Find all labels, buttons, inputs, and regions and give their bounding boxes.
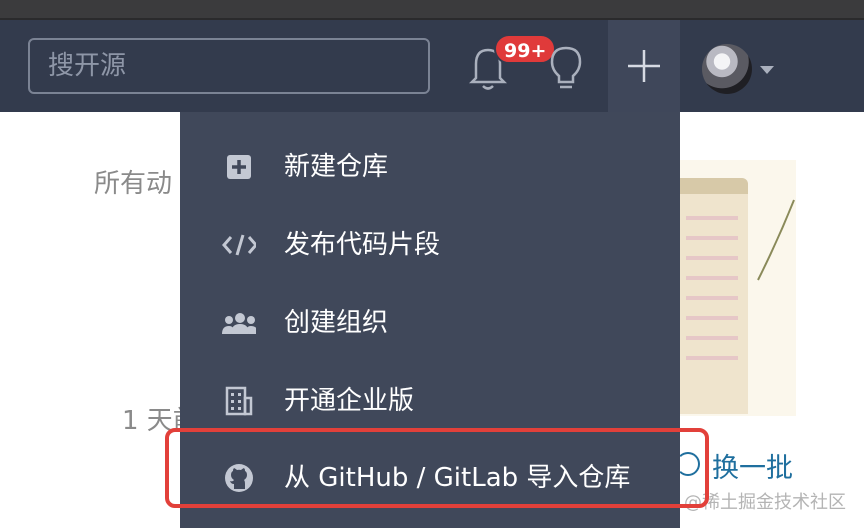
menu-item-label: 创建组织 bbox=[284, 308, 389, 338]
top-navbar: 搜开源 99+ bbox=[0, 20, 864, 112]
menu-item-create-org[interactable]: 创建组织 bbox=[180, 284, 680, 362]
recommendation-card-image[interactable] bbox=[678, 160, 796, 416]
menu-item-publish-snippet[interactable]: 发布代码片段 bbox=[180, 206, 680, 284]
avatar[interactable] bbox=[702, 44, 752, 94]
refresh-link[interactable]: 换一批 bbox=[712, 446, 793, 485]
menu-item-label: 新建仓库 bbox=[284, 152, 389, 182]
lightbulb-icon[interactable] bbox=[544, 42, 588, 92]
users-icon bbox=[222, 306, 256, 340]
highlight-box bbox=[165, 428, 709, 508]
chevron-down-icon[interactable] bbox=[760, 66, 774, 74]
code-icon bbox=[222, 228, 256, 262]
menu-item-label: 开通企业版 bbox=[284, 386, 415, 416]
building-icon bbox=[222, 384, 256, 418]
activity-heading: 所有动 bbox=[94, 169, 173, 199]
plus-icon bbox=[628, 50, 660, 82]
menu-item-label: 发布代码片段 bbox=[284, 230, 441, 260]
menu-item-new-repo[interactable]: 新建仓库 bbox=[180, 128, 680, 206]
create-button[interactable] bbox=[608, 20, 680, 112]
plus-square-icon bbox=[222, 150, 256, 184]
window-top-strip bbox=[0, 0, 864, 20]
search-input[interactable]: 搜开源 bbox=[28, 38, 430, 94]
